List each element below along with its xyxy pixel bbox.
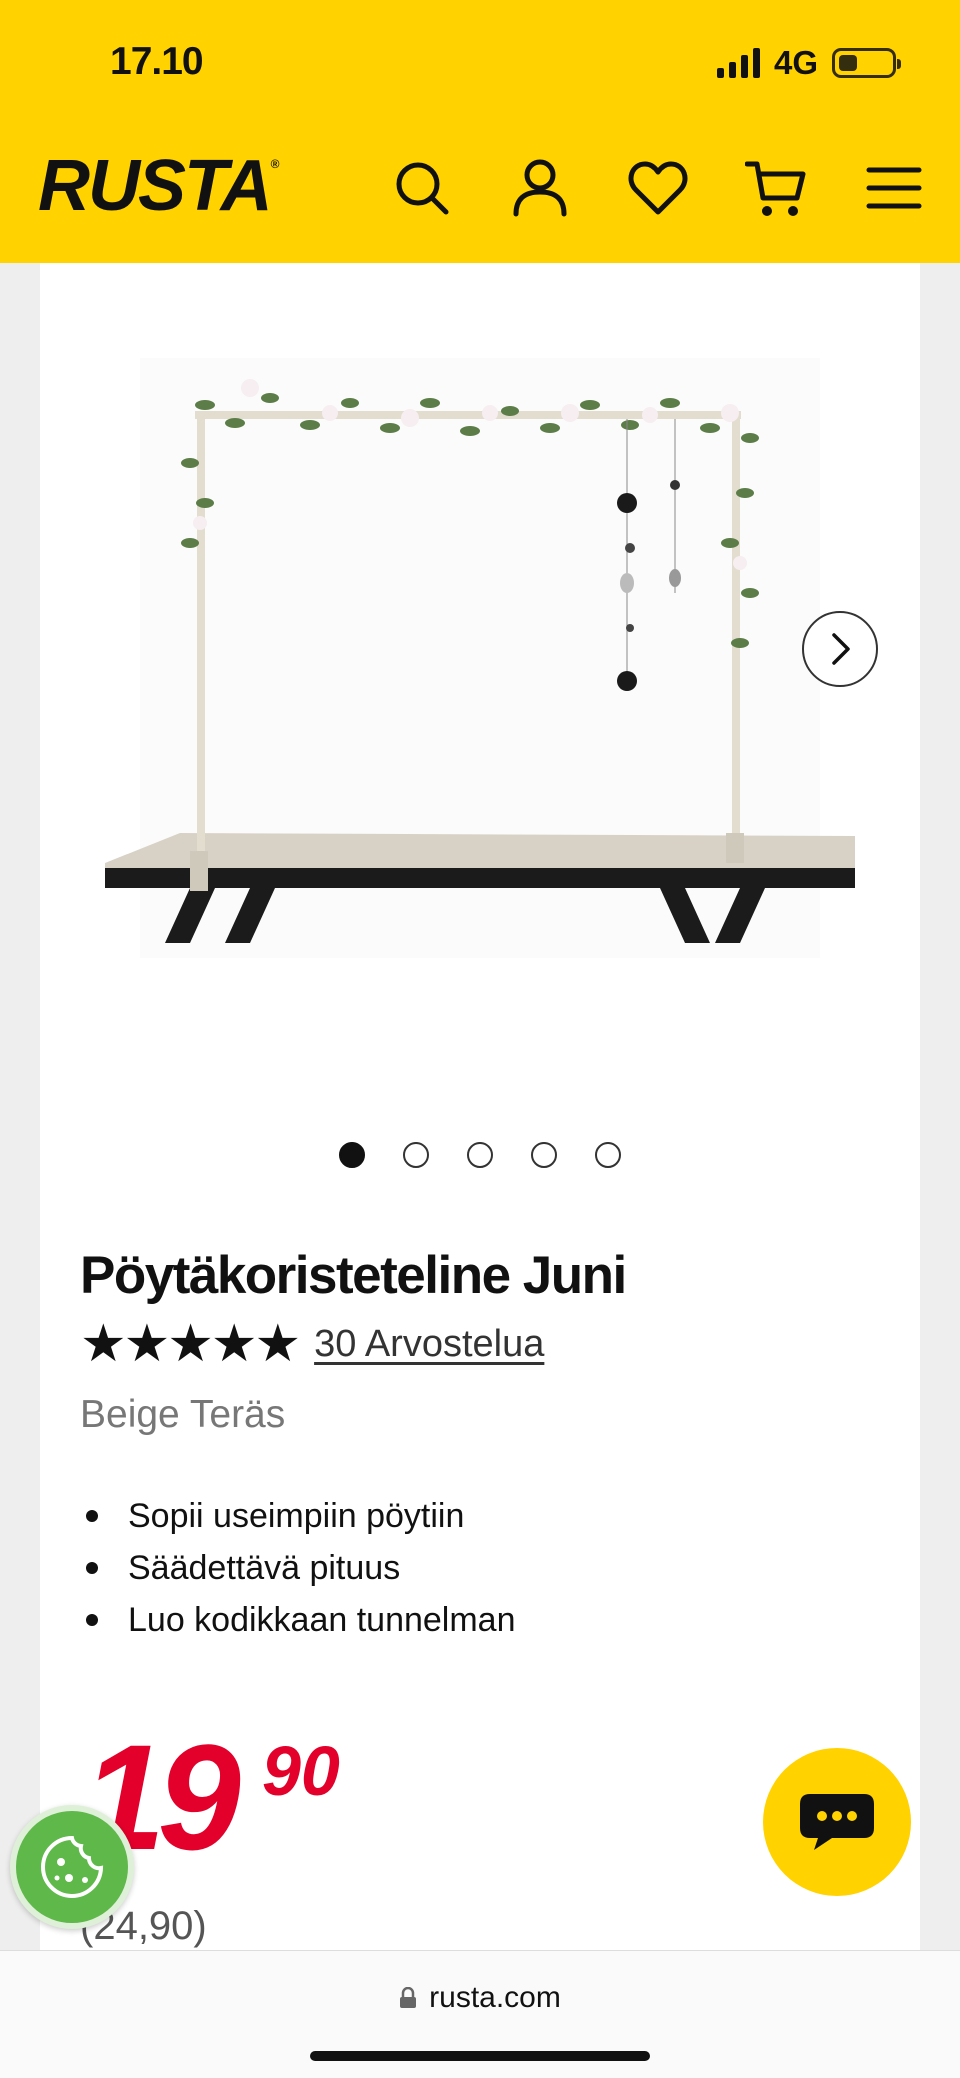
network-label: 4G: [773, 44, 818, 81]
account-icon[interactable]: [504, 155, 576, 221]
feature-list: Sopii useimpiin pöytiin Säädettävä pituu…: [80, 1490, 516, 1646]
status-indicators: 4G: [716, 44, 901, 82]
product-title: Pöytäkoristeteline Juni: [80, 1246, 627, 1305]
gallery-pagination: [0, 1142, 960, 1168]
gallery-dot-2[interactable]: [403, 1142, 429, 1168]
cookie-icon: [41, 1835, 104, 1898]
product-variant: Beige Teräs: [80, 1393, 286, 1436]
product-image: [105, 358, 855, 958]
chevron-right-icon: [832, 633, 850, 665]
status-time: 17.10: [110, 40, 204, 83]
gallery-next-button[interactable]: [802, 611, 878, 687]
chat-button[interactable]: [763, 1748, 911, 1896]
product-card: [40, 263, 920, 1950]
gallery-dot-3[interactable]: [467, 1142, 493, 1168]
home-indicator[interactable]: [310, 2051, 650, 2061]
feature-item: Sopii useimpiin pöytiin: [80, 1490, 516, 1542]
cart-icon[interactable]: [740, 155, 812, 221]
search-icon[interactable]: [386, 155, 458, 221]
address-bar[interactable]: rusta.com: [0, 1981, 960, 2015]
signal-icon: [716, 48, 760, 78]
product-image-gallery[interactable]: [40, 263, 920, 1143]
feature-item: Luo kodikkaan tunnelman: [80, 1594, 516, 1646]
reviews-link[interactable]: 30 Arvostelua: [314, 1323, 544, 1366]
gallery-dot-4[interactable]: [531, 1142, 557, 1168]
product-rating: ★★★★★ 30 Arvostelua: [80, 1318, 544, 1370]
rusta-logo[interactable]: RUSTA®: [38, 150, 279, 222]
url-text: rusta.com: [429, 1981, 561, 2014]
lock-icon: [400, 1987, 417, 2008]
rating-stars: ★★★★★: [80, 1314, 301, 1374]
heart-icon[interactable]: [622, 155, 694, 221]
battery-icon: [832, 48, 901, 78]
app-header: 17.10 4G RUSTA®: [0, 0, 960, 263]
logo-text: RUSTA: [38, 146, 273, 226]
gallery-dot-5[interactable]: [595, 1142, 621, 1168]
browser-bar: rusta.com: [0, 1950, 960, 2078]
chat-icon: [800, 1794, 874, 1850]
header-nav: [386, 155, 930, 221]
price-cents: 90: [262, 1732, 340, 1810]
menu-icon[interactable]: [858, 155, 930, 221]
gallery-dot-1[interactable]: [339, 1142, 365, 1168]
cookie-settings-button[interactable]: [10, 1805, 134, 1929]
feature-item: Säädettävä pituus: [80, 1542, 516, 1594]
